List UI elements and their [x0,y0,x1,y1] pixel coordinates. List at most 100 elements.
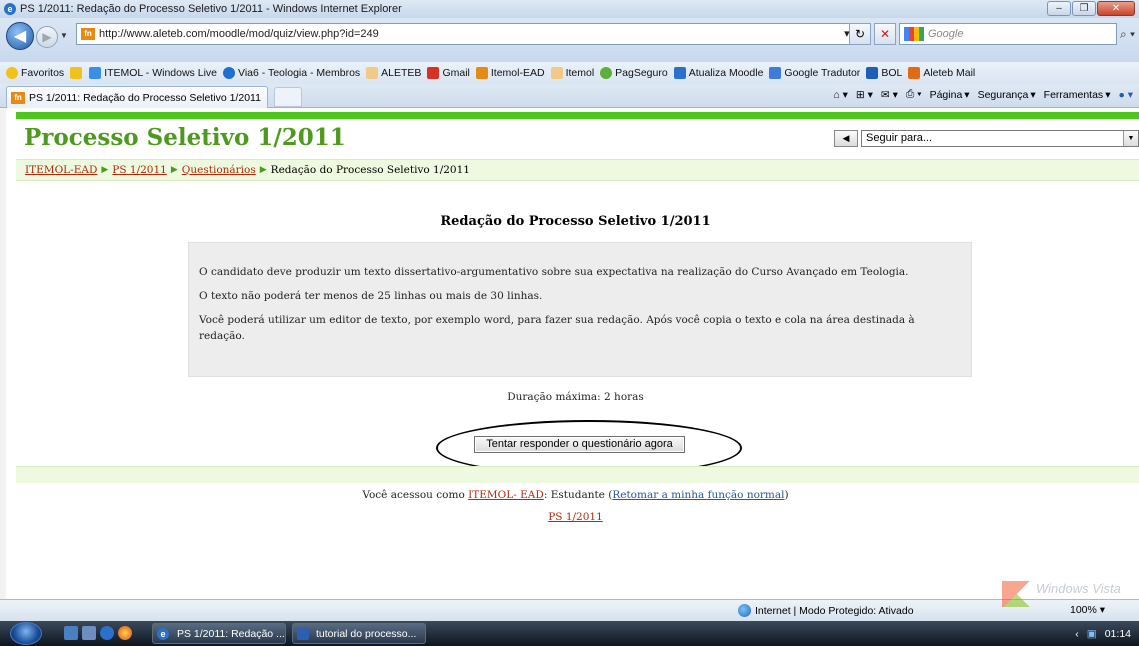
translate-icon [769,67,782,79]
breadcrumb-link[interactable]: ITEMOL-EAD [25,164,97,176]
tab-active[interactable]: fn PS 1/2011: Redação do Processo Seleti… [6,86,268,108]
print-button[interactable]: ⎙ ▾ [906,88,922,101]
breadcrumb-current: Redação do Processo Seletivo 1/2011 [270,164,470,176]
jump-to-navigation: ◀ Seguir para... ▼ [834,130,1139,147]
taskbar-item-word[interactable]: tutorial do processo... [292,623,426,644]
command-bar: ⌂ ▾ ⊞ ▾ ✉ ▾ ⎙ ▾ Página ▾ Segurança ▾ Fer… [833,88,1133,101]
globe-icon [738,604,751,617]
tab-favicon: fn [11,91,25,104]
ie-page-icon [673,67,686,79]
breadcrumb-separator-icon: ▶ [170,165,178,175]
address-bar[interactable]: fn http://www.aleteb.com/moodle/mod/quiz… [76,23,871,45]
page-viewport: Processo Seletivo 1/2011 ◀ Seguir para..… [0,108,1139,599]
maximize-button[interactable]: ❐ [1072,1,1096,16]
search-placeholder: Google [928,28,964,40]
close-button[interactable]: ✕ [1097,1,1135,16]
favorites-button[interactable]: Favoritos [6,67,64,79]
forward-button[interactable]: ▶ [36,26,58,48]
window-title: PS 1/2011: Redação do Processo Seletivo … [20,3,402,15]
quiz-title: Redação do Processo Seletivo 1/2011 [440,214,711,229]
network-icon[interactable]: ▣ [1087,628,1097,640]
gmail-icon [427,67,440,79]
favorite-link[interactable]: Google Tradutor [769,67,860,79]
security-menu[interactable]: Segurança ▾ [978,89,1036,101]
bol-icon [866,67,879,79]
taskbar-item-ie[interactable]: e PS 1/2011: Redação ... [152,623,286,644]
browser-window: e PS 1/2011: Redação do Processo Seletiv… [0,0,1139,646]
breadcrumb: ITEMOL-EAD ▶ PS 1/2011 ▶ Questionários ▶… [16,159,1139,181]
taskbar: e PS 1/2011: Redação ... tutorial do pro… [0,621,1139,646]
clock[interactable]: 01:14 [1105,628,1131,640]
jump-to-select[interactable]: Seguir para... ▼ [861,130,1139,147]
aleteb-icon [366,67,379,79]
refresh-button[interactable]: ↻ [849,23,871,45]
breadcrumb-link[interactable]: Questionários [182,164,256,176]
status-bar: Internet | Modo Protegido: Ativado 100% … [0,599,1139,621]
google-icon [904,27,924,41]
favorite-link[interactable]: ALETEB [366,67,421,79]
time-limit: Duração máxima: 2 horas [507,391,644,403]
login-info: Você acessou como ITEMOL- EAD: Estudante… [362,489,789,501]
new-tab-button[interactable] [274,87,302,107]
intro-paragraph: O texto não poderá ter menos de 25 linha… [199,290,543,302]
help-icon[interactable]: ● ▾ [1118,89,1133,101]
course-home-link[interactable]: PS 1/2011 [548,511,603,523]
ie-quicklaunch-icon[interactable] [100,626,114,640]
stop-button[interactable]: ✕ [874,23,896,45]
favorite-link[interactable]: Atualiza Moodle [673,67,763,79]
intro-paragraph: Você poderá utilizar um editor de texto,… [199,314,915,342]
add-favorite-icon[interactable] [70,67,85,79]
url-text: http://www.aleteb.com/moodle/mod/quiz/vi… [99,28,379,40]
word-icon [297,627,309,640]
breadcrumb-separator-icon: ▶ [101,165,109,175]
moodle-icon [475,67,488,79]
zoom-level[interactable]: 100% ▾ [1070,604,1105,616]
return-role-link[interactable]: Retomar a minha função normal [612,489,784,501]
favorite-link[interactable]: BOL [866,67,902,79]
start-button[interactable] [10,622,42,645]
start-attempt-button[interactable]: Tentar responder o questionário agora [474,436,685,453]
footer-bar [16,466,1139,483]
tab-bar: fn PS 1/2011: Redação do Processo Seleti… [0,84,1139,108]
page-menu[interactable]: Página ▾ [930,89,970,101]
mail-button[interactable]: ✉ ▾ [881,89,898,101]
breadcrumb-separator-icon: ▶ [259,165,267,175]
favorite-link[interactable]: Itemol [550,67,594,79]
favorites-bar: Favoritos ITEMOL - Windows Live Via6 - T… [0,62,1139,84]
favorite-link[interactable]: Itemol-EAD [475,67,545,79]
windows-logo-icon [1002,581,1034,607]
quiz-intro: O candidato deve produzir um texto disse… [188,242,972,377]
feeds-button[interactable]: ⊞ ▾ [856,89,873,101]
security-zone[interactable]: Internet | Modo Protegido: Ativado [738,604,914,617]
switch-windows-icon[interactable] [82,626,96,640]
previous-activity-button[interactable]: ◀ [834,130,858,147]
tray-chevron-icon[interactable]: ‹ [1075,628,1079,640]
windows-live-icon [89,67,102,79]
favorite-link[interactable]: ITEMOL - Windows Live [89,67,217,79]
minimize-button[interactable]: – [1047,1,1071,16]
user-link[interactable]: ITEMOL- EAD [468,489,544,501]
home-button[interactable]: ⌂ ▾ [833,89,848,101]
star-icon [6,67,18,79]
search-box[interactable]: Google [899,23,1117,45]
favorite-link[interactable]: PagSeguro [600,67,668,79]
system-tray: ‹ ▣ 01:14 [1049,621,1139,646]
course-home-link-wrap: PS 1/2011 [6,511,1139,523]
favorite-link[interactable]: Aleteb Mail [908,67,975,79]
show-desktop-icon[interactable] [64,626,78,640]
chevron-down-icon: ▼ [1123,131,1138,146]
breadcrumb-link[interactable]: PS 1/2011 [112,164,167,176]
favorite-link[interactable]: Via6 - Teologia - Membros [223,67,360,79]
page-title: Processo Seletivo 1/2011 [24,124,346,151]
search-icon[interactable]: ⌕ ▾ [1120,27,1135,42]
site-favicon: fn [81,28,95,40]
back-button[interactable]: ◀ [6,22,34,50]
windows-watermark: Windows Vista [1036,581,1121,596]
favorite-link[interactable]: Gmail [427,67,470,79]
pagseguro-icon [600,67,613,79]
title-bar: e PS 1/2011: Redação do Processo Seletiv… [0,0,1139,18]
chrome-icon[interactable] [118,626,132,640]
history-dropdown-icon[interactable]: ▼ [60,31,68,40]
tools-menu[interactable]: Ferramentas ▾ [1044,89,1111,101]
intro-paragraph: O candidato deve produzir um texto disse… [199,266,909,278]
